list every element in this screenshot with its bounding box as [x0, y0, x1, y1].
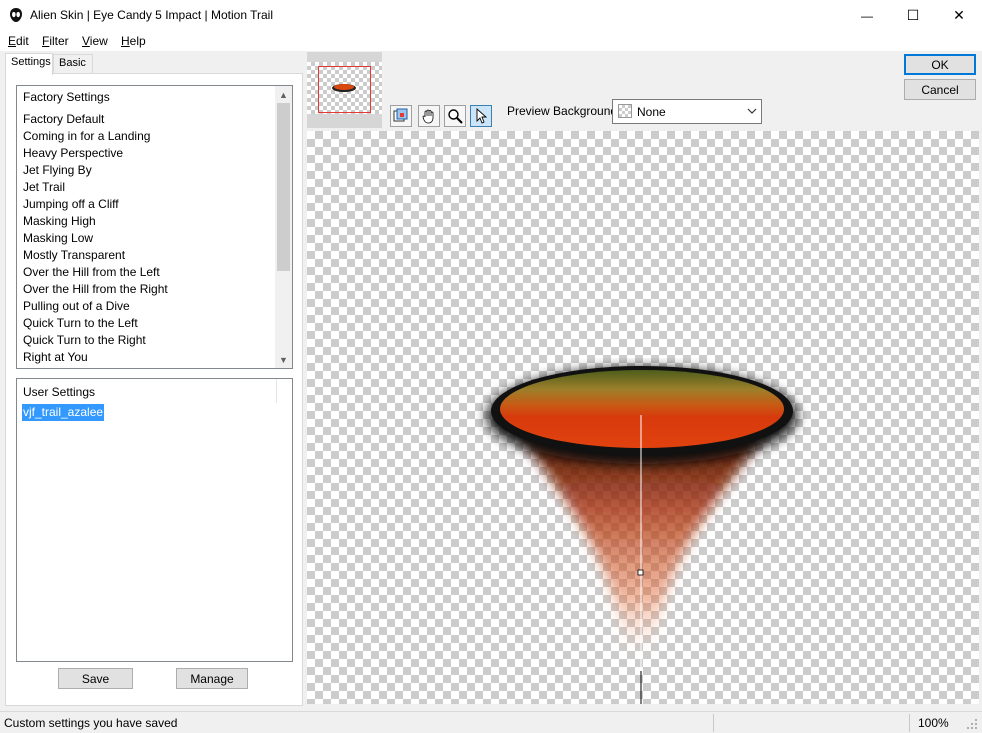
list-item[interactable]: Over the Hill from the Left [22, 264, 161, 281]
close-icon: ✕ [953, 7, 965, 23]
tab-settings[interactable]: Settings [5, 53, 53, 75]
hand-tool-button[interactable] [418, 105, 440, 127]
menu-edit-label: dit [16, 34, 29, 48]
maximize-button[interactable]: ☐ [890, 0, 936, 31]
list-item[interactable]: Masking High [22, 213, 97, 230]
menu-view-accelerator: V [82, 34, 90, 48]
list-item[interactable]: Over the Hill from the Right [22, 281, 169, 298]
zoom-magnifier-icon [448, 109, 463, 124]
list-item[interactable]: Factory Default [22, 111, 105, 128]
scroll-up-icon[interactable]: ▲ [275, 86, 292, 103]
scroll-down-icon[interactable]: ▼ [275, 351, 292, 368]
save-button[interactable]: Save [58, 668, 133, 689]
disc-image [500, 370, 784, 448]
list-item[interactable]: Right at You [22, 349, 89, 366]
transparency-swatch-icon [618, 104, 632, 118]
factory-list-scrollbar[interactable]: ▲ ▼ [275, 86, 292, 368]
menu-filter-label: ilter [49, 34, 69, 48]
resize-grip-icon[interactable] [966, 718, 978, 730]
arrow-pointer-icon [476, 108, 488, 124]
list-item[interactable]: Coming in for a Landing [22, 128, 151, 145]
ok-button[interactable]: OK [904, 54, 976, 75]
list-item[interactable]: Pulling out of a Dive [22, 298, 131, 315]
list-item[interactable]: Heavy Perspective [22, 145, 124, 162]
menu-edit[interactable]: Edit [8, 34, 29, 48]
preview-background-label: Preview Background: [507, 104, 621, 118]
factory-settings-list[interactable]: Factory Settings Factory Default Coming … [16, 85, 293, 369]
tab-basic-label: Basic [59, 57, 86, 69]
status-text: Custom settings you have saved [4, 716, 178, 730]
settings-panel: Factory Settings Factory Default Coming … [5, 73, 303, 706]
menu-view-label: iew [89, 34, 108, 48]
preview-canvas[interactable] [307, 131, 979, 704]
chevron-down-icon [747, 108, 757, 114]
header-divider [276, 379, 277, 403]
factory-settings-header: Factory Settings [23, 90, 110, 104]
title-bar: Alien Skin | Eye Candy 5 Impact | Motion… [0, 0, 982, 31]
direction-handle[interactable] [637, 569, 644, 576]
viewport-marker[interactable] [318, 66, 371, 113]
menu-help-accelerator: H [121, 34, 130, 48]
menu-help-label: elp [129, 34, 146, 48]
minimize-icon: — [861, 8, 873, 23]
zoom-tool-button[interactable] [444, 105, 466, 127]
tab-settings-label: Settings [11, 56, 51, 68]
list-item[interactable]: Quick Turn to the Left [22, 315, 139, 332]
close-button[interactable]: ✕ [936, 0, 982, 31]
manage-button[interactable]: Manage [176, 668, 248, 689]
navigator-thumbnail[interactable] [307, 52, 382, 128]
zoom-level: 100% [918, 716, 949, 730]
status-divider [909, 714, 910, 732]
preview-image [487, 366, 797, 704]
list-item[interactable]: Jumping off a Cliff [22, 196, 120, 213]
pointer-tool-button[interactable] [470, 105, 492, 127]
scrollbar-thumb[interactable] [277, 103, 290, 271]
navigator-button[interactable] [390, 105, 412, 127]
hand-pan-icon [422, 109, 434, 124]
list-item[interactable]: Mostly Transparent [22, 247, 126, 264]
menu-help[interactable]: Help [121, 34, 146, 48]
status-divider [713, 714, 714, 732]
navigator-icon [393, 108, 408, 122]
maximize-icon: ☐ [906, 7, 920, 23]
alien-skin-logo-icon [10, 8, 22, 22]
ok-button-label: OK [931, 57, 949, 72]
cancel-button-label: Cancel [921, 82, 959, 97]
minimize-button[interactable]: — [844, 0, 890, 31]
tab-basic[interactable]: Basic [53, 54, 93, 74]
list-item[interactable]: Quick Turn to the Right [22, 332, 147, 349]
menu-filter[interactable]: Filter [42, 34, 69, 48]
user-settings-list[interactable]: User Settings vjf_trail_azalee [16, 378, 293, 662]
cancel-button[interactable]: Cancel [904, 79, 976, 100]
menu-bar: Edit Filter View Help [0, 31, 982, 51]
list-item-selected[interactable]: vjf_trail_azalee [22, 404, 105, 421]
list-item[interactable]: Jet Trail [22, 179, 66, 196]
preview-background-value: None [637, 105, 666, 119]
save-button-label: Save [81, 671, 110, 686]
user-settings-header: User Settings [23, 385, 96, 399]
list-item[interactable]: Jet Flying By [22, 162, 93, 179]
menu-edit-accelerator: E [8, 34, 17, 48]
manage-button-label: Manage [190, 671, 234, 686]
window-title: Alien Skin | Eye Candy 5 Impact | Motion… [30, 8, 274, 22]
preview-background-select[interactable]: None [612, 99, 762, 124]
status-bar: Custom settings you have saved 100% [0, 711, 982, 733]
menu-view[interactable]: View [82, 34, 108, 48]
list-item[interactable]: Masking Low [22, 230, 94, 247]
